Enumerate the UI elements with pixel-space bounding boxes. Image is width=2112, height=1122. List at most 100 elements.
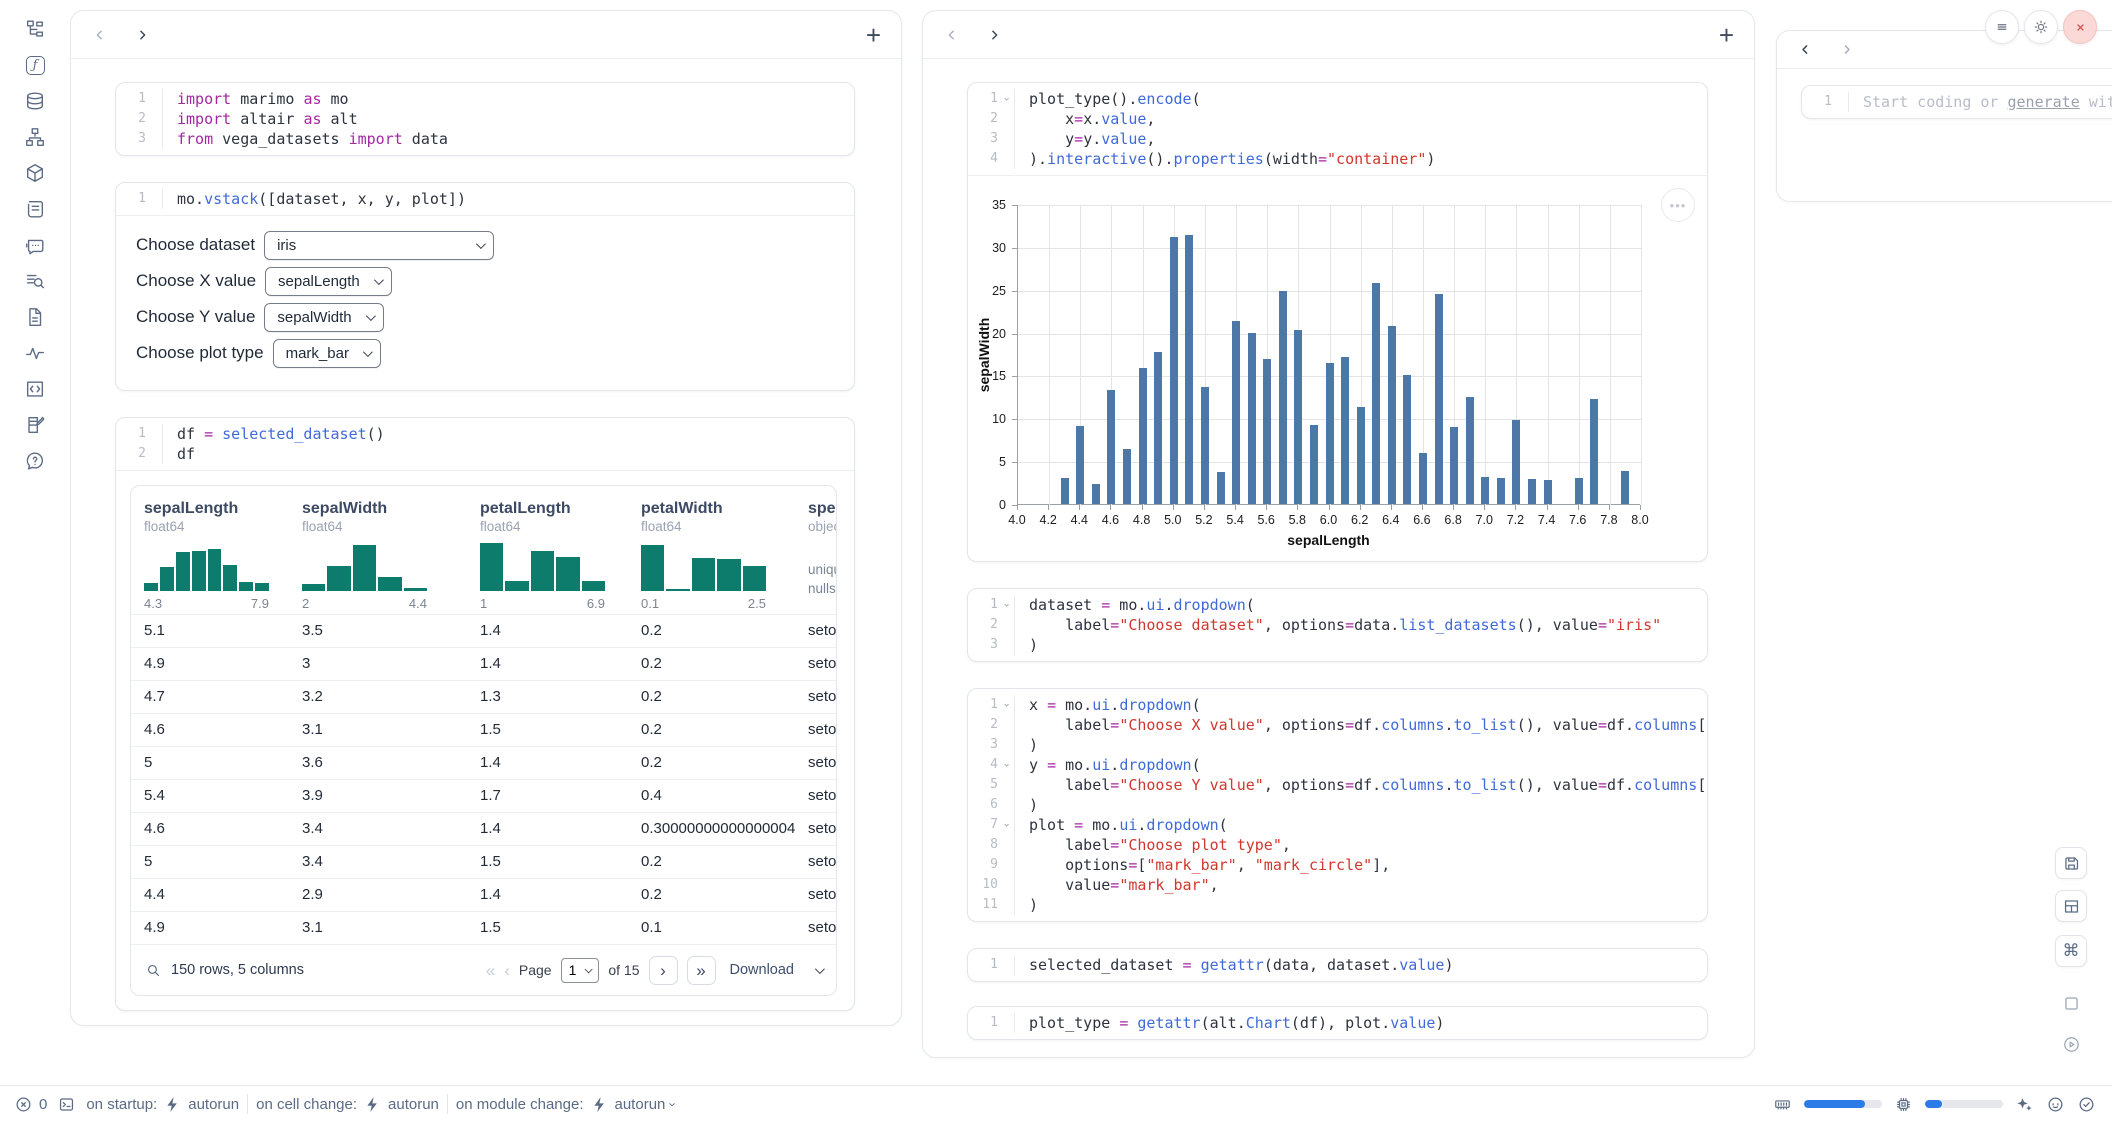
keyboard-shortcuts-button[interactable]: ⌘ <box>2055 935 2087 967</box>
code-editor[interactable]: 1mo.vstack([dataset, x, y, plot]) <box>116 183 854 215</box>
x-tick-label: 5.8 <box>1289 513 1306 527</box>
fold-toggle-icon[interactable]: › <box>998 815 1014 835</box>
code-text: from vega_datasets import data <box>162 129 854 149</box>
download-button[interactable]: Download <box>730 962 823 978</box>
shutdown-button[interactable] <box>2063 10 2097 44</box>
sidebar-tracing-button[interactable] <box>20 338 50 368</box>
code-token: vstack <box>204 190 258 208</box>
code-editor[interactable]: 1›plot_type().encode(2 x=x.value,3 y=y.v… <box>968 83 1707 175</box>
histogram-bar <box>223 565 237 591</box>
fold-toggle-icon[interactable]: › <box>998 595 1014 615</box>
save-button[interactable] <box>2055 847 2087 879</box>
table-column-header[interactable]: petalWidthfloat640.12.5 <box>628 486 795 614</box>
table-column-header[interactable]: speciesobjectunique:nulls: <box>795 486 837 614</box>
table-column-header[interactable]: sepalLengthfloat644.37.9 <box>131 486 289 614</box>
terminal-button[interactable] <box>57 1095 76 1114</box>
column-back-button[interactable] <box>1797 41 1814 58</box>
code-token: , <box>1146 110 1155 128</box>
code-editor[interactable]: 1selected_dataset = getattr(data, datase… <box>968 949 1707 981</box>
fold-toggle-icon[interactable]: › <box>998 89 1014 109</box>
x-tick-mark <box>1048 505 1049 510</box>
sidebar-file-explorer-button[interactable] <box>20 14 50 44</box>
code-line: 3 y=y.value, <box>968 129 1707 149</box>
previous-page-button[interactable]: ‹ <box>504 962 510 979</box>
runtime-config-2[interactable]: on cell change:autorun <box>256 1095 439 1114</box>
sidebar-function-button[interactable]: ƒ <box>20 50 50 80</box>
dropdown-select[interactable]: sepalWidth <box>264 303 383 332</box>
code-token: ui <box>1146 596 1164 614</box>
fold-toggle-icon[interactable]: › <box>998 695 1014 715</box>
y-tick-mark <box>1012 376 1017 377</box>
code-editor[interactable]: 1df = selected_dataset()2df <box>116 418 854 470</box>
last-page-button[interactable]: » <box>687 956 716 985</box>
sidebar-dependency-graph-button[interactable] <box>20 122 50 152</box>
file-explorer-icon <box>24 18 46 40</box>
table-column-header[interactable]: petalLengthfloat6416.9 <box>467 486 628 614</box>
fold-toggle-icon[interactable]: › <box>998 755 1014 775</box>
code-token: getattr <box>1201 956 1264 974</box>
sidebar-scratchpad-button[interactable] <box>20 410 50 440</box>
sidebar-logs-button[interactable] <box>20 266 50 296</box>
histogram-bar <box>255 583 269 591</box>
chart-output: ••• 4.04.24.44.64.85.05.25.45.65.86.06.2… <box>968 175 1707 561</box>
x-tick-mark <box>1329 505 1330 510</box>
sidebar-snippets-button[interactable] <box>20 374 50 404</box>
connection-status-button[interactable] <box>2077 1095 2096 1114</box>
column-back-button[interactable] <box>91 26 109 44</box>
chart-actions-button[interactable]: ••• <box>1661 188 1695 222</box>
code-token <box>213 425 222 443</box>
code-editor[interactable]: 1plot_type = getattr(alt.Chart(df), plot… <box>968 1007 1707 1039</box>
sidebar-scroll-button[interactable] <box>20 194 50 224</box>
first-page-button[interactable]: « <box>486 962 495 979</box>
errors-button[interactable]: 0 <box>14 1095 47 1114</box>
code-editor[interactable]: 1›dataset = mo.ui.dropdown(2 label="Choo… <box>968 589 1707 661</box>
run-all-button[interactable] <box>2055 1028 2087 1060</box>
code-line: 1›x = mo.ui.dropdown( <box>968 695 1707 715</box>
table-column-header[interactable]: sepalWidthfloat6424.4 <box>289 486 467 614</box>
table-cell: 1.4 <box>467 615 628 647</box>
add-cell-button[interactable]: + <box>866 22 881 48</box>
code-editor[interactable]: 1import marimo as mo2import altair as al… <box>116 83 854 155</box>
code-editor-placeholder[interactable]: 1Start coding or generate with AI <box>1802 86 2112 118</box>
sidebar-documentation-button[interactable] <box>20 302 50 332</box>
gear-icon <box>2032 18 2050 36</box>
table-cell: 1.5 <box>467 912 628 944</box>
code-editor[interactable]: 1›x = mo.ui.dropdown(2 label="Choose X v… <box>968 689 1707 921</box>
chart-bar <box>1544 480 1552 504</box>
y-tick-mark <box>1012 291 1017 292</box>
page-label: Page <box>519 962 552 978</box>
page-select[interactable]: 1 <box>561 958 600 983</box>
dropdown-select[interactable]: iris <box>264 231 494 260</box>
runtime-config-1[interactable]: on startup:autorun <box>86 1095 239 1114</box>
dropdown-select[interactable]: mark_bar <box>273 339 381 368</box>
code-token: ( <box>1192 696 1201 714</box>
column-back-button[interactable] <box>943 26 961 44</box>
sidebar-database-button[interactable] <box>20 86 50 116</box>
dropdown-select[interactable]: sepalLength <box>265 267 392 296</box>
sidebar-chat-bot-button[interactable] <box>20 230 50 260</box>
sidebar-packages-button[interactable] <box>20 158 50 188</box>
add-cell-button[interactable]: + <box>1719 22 1734 48</box>
copilot-button[interactable] <box>2046 1095 2065 1114</box>
column-forward-button[interactable] <box>133 26 151 44</box>
runtime-config-3[interactable]: on module change:autorun› <box>456 1095 676 1114</box>
settings-button[interactable] <box>2024 10 2058 44</box>
sidebar-help-button[interactable] <box>20 446 50 476</box>
code-text: import marimo as mo <box>162 89 854 109</box>
histogram-bar <box>666 589 689 591</box>
table-cell: 0.2 <box>628 879 795 911</box>
table-cell: 1.4 <box>467 879 628 911</box>
code-token: = <box>1074 110 1083 128</box>
ai-features-button[interactable] <box>2015 1095 2034 1114</box>
column-forward-button[interactable] <box>1838 41 1855 58</box>
menu-button[interactable] <box>1985 10 2019 44</box>
table-search-button[interactable] <box>145 962 162 979</box>
layout-view-button[interactable] <box>2055 890 2087 922</box>
next-page-button[interactable]: › <box>649 956 678 985</box>
chart-bar <box>1294 330 1302 504</box>
column-forward-button[interactable] <box>985 26 1003 44</box>
histogram-bar <box>692 558 715 591</box>
chart-bar <box>1170 237 1178 504</box>
code-token: (), value <box>1517 716 1598 734</box>
frame-toggle-button[interactable] <box>2055 987 2087 1019</box>
